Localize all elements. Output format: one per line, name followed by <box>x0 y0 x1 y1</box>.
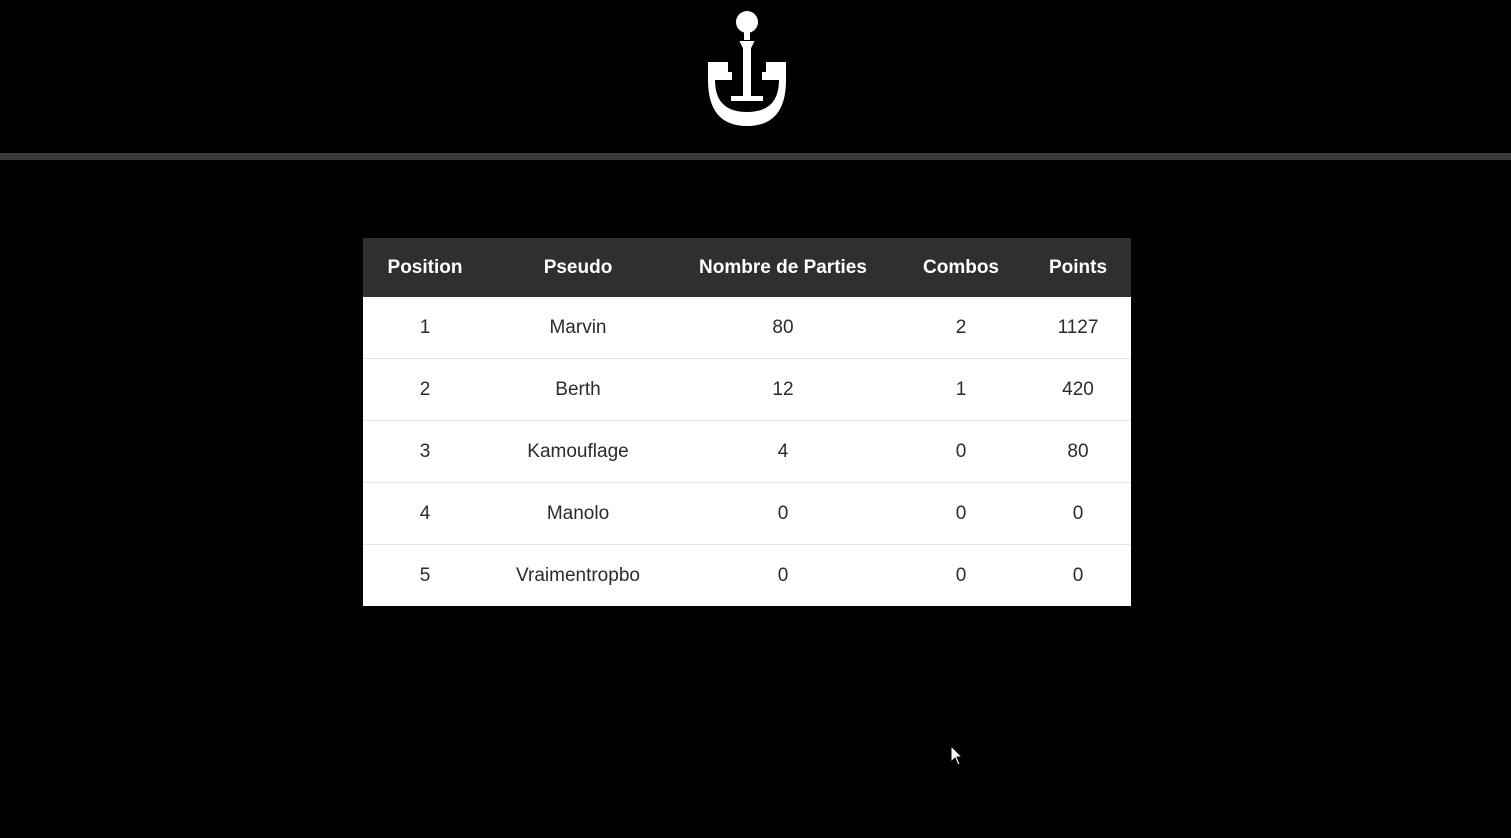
cell-position: 1 <box>363 297 487 359</box>
cell-pseudo: Vraimentropbo <box>487 544 669 606</box>
cell-parties: 4 <box>669 420 897 483</box>
cell-pseudo: Kamouflage <box>487 420 669 483</box>
cell-points: 80 <box>1025 420 1131 483</box>
page: Position Pseudo Nombre de Parties Combos… <box>0 0 1511 838</box>
table-row: 2 Berth 12 1 420 <box>363 358 1131 421</box>
table-row: 5 Vraimentropbo 0 0 0 <box>363 544 1131 606</box>
table-row: 4 Manolo 0 0 0 <box>363 482 1131 545</box>
cell-pseudo: Marvin <box>487 297 669 359</box>
cell-pseudo: Berth <box>487 358 669 421</box>
cell-combos: 1 <box>897 358 1025 421</box>
mouse-pointer-icon <box>950 745 964 766</box>
cell-position: 2 <box>363 358 487 421</box>
cell-position: 4 <box>363 482 487 545</box>
anchor-logo-icon[interactable] <box>700 8 794 130</box>
cell-parties: 80 <box>669 297 897 359</box>
cell-points: 0 <box>1025 482 1131 545</box>
cell-pseudo: Manolo <box>487 482 669 545</box>
cell-points: 420 <box>1025 358 1131 421</box>
cell-position: 3 <box>363 420 487 483</box>
table-row: 3 Kamouflage 4 0 80 <box>363 420 1131 483</box>
cell-points: 0 <box>1025 544 1131 606</box>
cell-parties: 12 <box>669 358 897 421</box>
column-header-points: Points <box>1025 238 1131 297</box>
site-header <box>0 0 1511 153</box>
cell-parties: 0 <box>669 544 897 606</box>
column-header-parties: Nombre de Parties <box>669 238 897 297</box>
column-header-combos: Combos <box>897 238 1025 297</box>
cell-combos: 2 <box>897 297 1025 359</box>
table-header-row: Position Pseudo Nombre de Parties Combos… <box>363 238 1131 297</box>
cell-combos: 0 <box>897 420 1025 483</box>
cell-position: 5 <box>363 544 487 606</box>
cell-combos: 0 <box>897 482 1025 545</box>
column-header-position: Position <box>363 238 487 297</box>
leaderboard-table: Position Pseudo Nombre de Parties Combos… <box>363 238 1131 606</box>
cell-points: 1127 <box>1025 297 1131 359</box>
table-row: 1 Marvin 80 2 1127 <box>363 297 1131 359</box>
header-divider <box>0 153 1511 160</box>
column-header-pseudo: Pseudo <box>487 238 669 297</box>
cell-parties: 0 <box>669 482 897 545</box>
cell-combos: 0 <box>897 544 1025 606</box>
